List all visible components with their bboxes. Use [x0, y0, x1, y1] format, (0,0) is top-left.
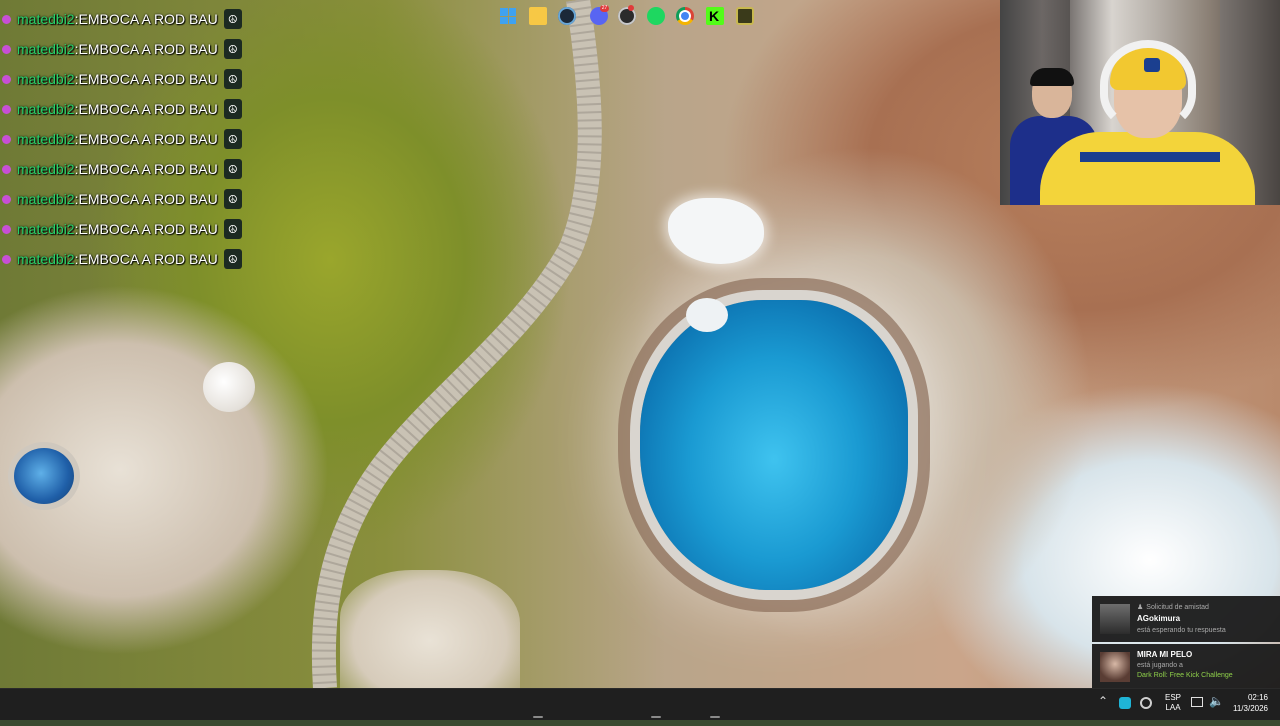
chat-text: EMBOCA A ROD BAU	[78, 71, 218, 87]
discord-badge: 27	[600, 5, 609, 12]
friend-request-notification[interactable]: ♟ Solicitud de amistad AGokimura está es…	[1092, 596, 1280, 642]
chat-username: matedbi2	[17, 131, 75, 147]
chat-username: matedbi2	[17, 11, 75, 27]
emote-icon: ☮	[223, 189, 242, 209]
language-indicator[interactable]: ESP LAA	[1160, 693, 1186, 725]
taskbar	[0, 688, 1280, 720]
chat-badge-icon	[2, 164, 11, 174]
chat-text: EMBOCA A ROD BAU	[78, 11, 218, 27]
chat-text: EMBOCA A ROD BAU	[78, 131, 218, 147]
chat-text: EMBOCA A ROD BAU	[78, 221, 218, 237]
emote-icon: ☮	[223, 219, 242, 239]
chat-message: matedbi2: EMBOCA A ROD BAU ☮	[2, 64, 282, 94]
person-add-icon: ♟	[1137, 604, 1144, 611]
file-explorer-icon[interactable]	[529, 7, 547, 25]
chat-badge-icon	[2, 44, 11, 54]
chat-message: matedbi2: EMBOCA A ROD BAU ☮	[2, 124, 282, 154]
chat-message: matedbi2: EMBOCA A ROD BAU ☮	[2, 34, 282, 64]
active-indicator	[533, 716, 543, 718]
friend-status: está esperando tu respuesta	[1137, 627, 1226, 634]
chat-username: matedbi2	[17, 101, 75, 117]
chat-username: matedbi2	[17, 191, 75, 207]
emote-icon: ☮	[223, 159, 242, 179]
emote-icon: ☮	[223, 129, 242, 149]
chat-badge-icon	[2, 14, 11, 24]
chat-text: EMBOCA A ROD BAU	[78, 161, 218, 177]
game-title: Dark Roll: Free Kick Challenge	[1137, 672, 1233, 679]
clock-date: 11/3/2026	[1233, 704, 1268, 713]
active-indicator	[651, 716, 661, 718]
stream-chat-overlay: matedbi2: EMBOCA A ROD BAU ☮ matedbi2: EMB…	[2, 4, 282, 274]
sync-icon[interactable]	[1140, 697, 1152, 709]
system-clock[interactable]: 02:16 11/3/2026	[1222, 692, 1268, 724]
chat-message: matedbi2: EMBOCA A ROD BAU ☮	[2, 154, 282, 184]
spotify-icon[interactable]	[647, 7, 665, 25]
notification-kicker: Solicitud de amistad	[1146, 603, 1209, 611]
chat-badge-icon	[2, 194, 11, 204]
chat-text: EMBOCA A ROD BAU	[78, 41, 218, 57]
chat-message: matedbi2: EMBOCA A ROD BAU ☮	[2, 214, 282, 244]
network-icon[interactable]	[1191, 697, 1203, 707]
chat-badge-icon	[2, 224, 11, 234]
player-avatar	[1100, 652, 1130, 682]
chat-text: EMBOCA A ROD BAU	[78, 101, 218, 117]
chat-username: matedbi2	[17, 221, 75, 237]
white-mound	[203, 362, 255, 412]
chat-badge-icon	[2, 104, 11, 114]
snow-patch-small	[686, 298, 728, 332]
chat-username: matedbi2	[17, 251, 75, 267]
headphones	[1100, 40, 1196, 130]
steam-icon[interactable]	[558, 7, 576, 25]
chat-message: matedbi2: EMBOCA A ROD BAU ☮	[2, 94, 282, 124]
chat-message: matedbi2: EMBOCA A ROD BAU ☮	[2, 184, 282, 214]
webcam-overlay	[1000, 0, 1280, 205]
small-hot-spring	[14, 448, 74, 504]
player-status: está jugando a	[1137, 662, 1183, 669]
chat-username: matedbi2	[17, 41, 75, 57]
chat-message: matedbi2: EMBOCA A ROD BAU ☮	[2, 244, 282, 274]
webcam-person-main	[1040, 40, 1255, 205]
chat-text: EMBOCA A ROD BAU	[78, 191, 218, 207]
emote-icon: ☮	[223, 39, 242, 59]
security-icon[interactable]	[1119, 697, 1131, 709]
chat-text: EMBOCA A ROD BAU	[78, 251, 218, 267]
chat-badge-icon	[2, 254, 11, 264]
player-name: MIRA MI PELO	[1137, 650, 1193, 659]
emote-icon: ☮	[223, 69, 242, 89]
hot-spring-pool	[640, 300, 908, 590]
chat-username: matedbi2	[17, 71, 75, 87]
clock-time: 02:16	[1247, 693, 1268, 702]
emote-icon: ☮	[223, 99, 242, 119]
chevron-up-icon[interactable]: ⌃	[1098, 694, 1108, 726]
obs-recording-dot	[628, 5, 634, 11]
mineral-crust	[340, 570, 520, 688]
active-indicator	[710, 716, 720, 718]
now-playing-notification[interactable]: MIRA MI PELO está jugando a Dark Roll: F…	[1092, 644, 1280, 688]
emote-icon: ☮	[223, 9, 242, 29]
chat-username: matedbi2	[17, 161, 75, 177]
windows-start-icon[interactable]	[500, 8, 516, 24]
chat-message: matedbi2: EMBOCA A ROD BAU ☮	[2, 4, 282, 34]
chat-badge-icon	[2, 134, 11, 144]
app-icon[interactable]	[736, 7, 754, 25]
friend-name: AGokimura	[1137, 614, 1181, 623]
friend-avatar	[1100, 604, 1130, 634]
chat-badge-icon	[2, 74, 11, 84]
emote-icon: ☮	[223, 249, 242, 269]
